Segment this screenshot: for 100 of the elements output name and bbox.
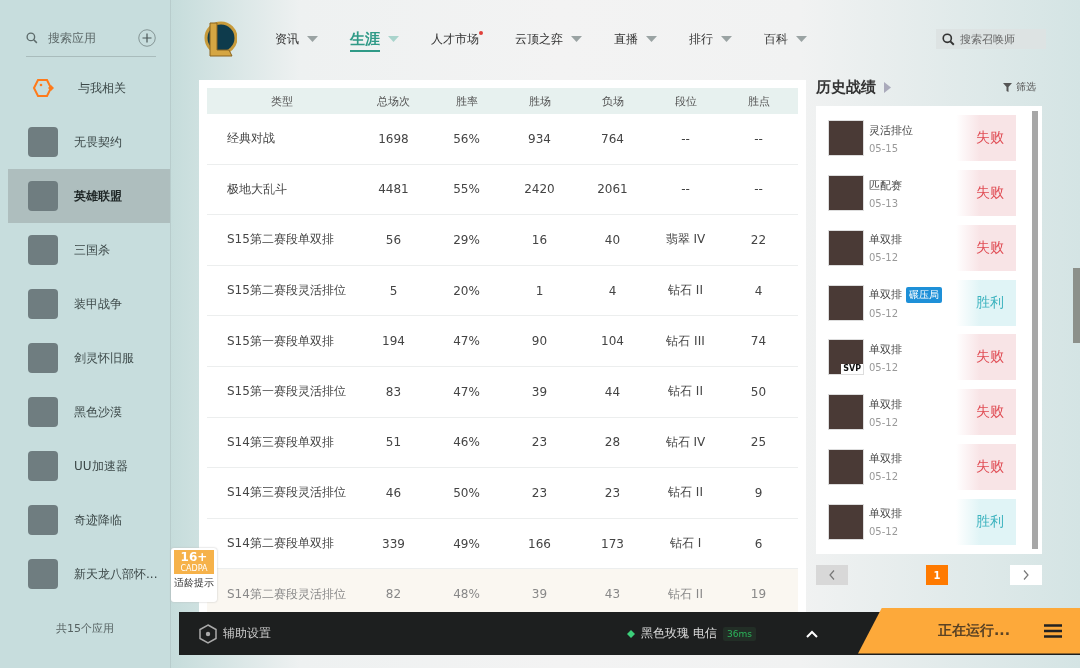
champion-portrait: [828, 394, 864, 431]
match-result: 失败: [956, 224, 1016, 271]
table-cell-text: 50%: [452, 485, 481, 500]
match-result: 失败: [956, 389, 1016, 436]
match-item[interactable]: 单双排 05-12 胜利: [828, 494, 1016, 549]
table-cell-text: 764: [600, 131, 625, 146]
settings-button[interactable]: 辅助设置: [199, 623, 271, 644]
match-date: 05-15: [869, 142, 900, 154]
previous-page-button[interactable]: [816, 565, 848, 585]
nav-tab[interactable]: 人才市场: [431, 30, 483, 48]
chevron-right-icon: [1023, 570, 1029, 580]
match-item[interactable]: 单双排 05-12 失败: [828, 439, 1016, 495]
app-icon: [28, 451, 58, 481]
table-cell-text: 39: [530, 384, 549, 399]
table-cell-text: 82: [384, 587, 403, 602]
app-list-item[interactable]: 奇迹降临: [8, 493, 170, 547]
match-item[interactable]: 灵活排位 05-15 失败: [828, 111, 1016, 166]
app-search-field[interactable]: 搜索应用: [48, 31, 128, 45]
app-list-item[interactable]: 黑色沙漠: [8, 385, 170, 439]
table-cell-text: 钻石 II: [667, 383, 704, 401]
search-icon[interactable]: [26, 30, 38, 46]
table-cell-text: S14第二赛段灵活排位: [226, 585, 347, 603]
match-date: 05-12: [869, 526, 900, 538]
caret-icon: [571, 35, 582, 43]
scrollbar[interactable]: [1032, 111, 1038, 549]
server-selector[interactable]: 黑色玫瑰 电信 36ms: [627, 625, 756, 642]
match-item[interactable]: 单双排 05-12 失败: [828, 384, 1016, 440]
table-cell-text: 56: [384, 233, 403, 247]
table-cell-text: 22: [749, 233, 768, 247]
app-list-item[interactable]: UU加速器: [8, 439, 170, 493]
match-result: 失败: [956, 443, 1016, 490]
table-cell-text: 29%: [452, 233, 481, 247]
champion-portrait: [828, 284, 864, 321]
caret-icon: [796, 35, 807, 43]
funnel-icon: [1003, 82, 1012, 92]
add-icon[interactable]: [138, 26, 156, 50]
nav-tab[interactable]: 直播: [614, 30, 657, 48]
table-cell-text: S14第三赛段单双排: [226, 433, 335, 451]
match-result: 失败: [956, 334, 1016, 381]
nav-tab[interactable]: 百科: [764, 30, 807, 48]
match-result: 失败: [956, 115, 1016, 162]
nav-tab[interactable]: 排行: [689, 30, 732, 48]
column-header: 胜点: [746, 93, 771, 109]
app-list-item[interactable]: 三国杀: [8, 223, 170, 277]
match-date: 05-12: [869, 307, 900, 319]
history-title: 历史战绩: [816, 77, 876, 97]
app-list-item[interactable]: 与我相关: [8, 61, 170, 115]
app-list-item[interactable]: 剑灵怀旧服: [8, 331, 170, 385]
table-cell-text: 46%: [452, 435, 481, 450]
table-cell-text: 23: [603, 485, 622, 500]
nav-tab[interactable]: 云顶之弈: [515, 30, 582, 48]
filter-button[interactable]: 筛选: [1003, 80, 1036, 94]
table-cell-text: 173: [600, 536, 625, 551]
game-logo-icon: [203, 20, 237, 58]
match-mode: 单双排: [869, 451, 902, 467]
next-page-button[interactable]: [1010, 565, 1042, 585]
nav-tab[interactable]: 资讯: [275, 30, 318, 48]
match-item[interactable]: 匹配赛 05-13 失败: [828, 165, 1016, 221]
chevron-up-icon[interactable]: [806, 629, 818, 638]
champion-portrait: [828, 448, 864, 485]
caret-icon: [646, 35, 657, 43]
match-mode: 单双排: [869, 506, 902, 522]
chevron-left-icon: [829, 570, 835, 580]
chevron-right-icon[interactable]: [884, 81, 891, 93]
table-cell-text: 经典对战: [226, 130, 276, 148]
table-cell-text: 2420: [523, 182, 556, 197]
table-cell-text: 钻石 II: [667, 585, 704, 603]
caret-icon: [721, 35, 732, 43]
column-header: 总场次: [376, 93, 411, 109]
table-cell-text: S14第二赛段单双排: [226, 535, 335, 553]
scrollbar[interactable]: [1073, 268, 1080, 343]
app-list-item[interactable]: 英雄联盟: [8, 169, 170, 223]
app-list-item[interactable]: 装甲战争: [8, 277, 170, 331]
app-list-item[interactable]: 无畏契约: [8, 115, 170, 169]
column-header: 负场: [600, 93, 625, 109]
match-date: 05-12: [869, 252, 900, 264]
match-item[interactable]: SVP 单双排 05-12 失败: [828, 330, 1016, 385]
app-list-item[interactable]: 新天龙八部怀...: [8, 547, 170, 601]
table-cell-text: 9: [753, 485, 764, 500]
column-header: 类型: [270, 93, 294, 109]
table-cell-text: 166: [527, 536, 552, 551]
table-cell-text: 47%: [452, 384, 481, 399]
table-cell-text: 1698: [377, 131, 410, 146]
match-item[interactable]: 单双排 碾压局 05-12 胜利: [828, 275, 1016, 330]
match-item[interactable]: 单双排 05-12 失败: [828, 220, 1016, 276]
summoner-search-field[interactable]: 搜索召唤师: [936, 29, 1046, 49]
search-icon: [942, 33, 955, 46]
table-cell-text: --: [680, 131, 691, 146]
table-cell-text: 40: [603, 233, 622, 247]
table-cell-text: 194: [381, 334, 406, 349]
table-cell-text: 83: [384, 384, 403, 399]
table-cell-text: 5: [388, 283, 399, 298]
menu-icon[interactable]: [1044, 623, 1062, 638]
diamond-icon: [627, 629, 636, 638]
match-result: 胜利: [956, 498, 1016, 545]
table-cell-text: S14第三赛段灵活排位: [226, 484, 347, 502]
champion-portrait: [828, 120, 864, 157]
table-cell-text: 44: [603, 384, 622, 399]
running-status-button[interactable]: 正在运行...: [858, 607, 1080, 654]
table-cell-text: 6: [753, 536, 764, 551]
